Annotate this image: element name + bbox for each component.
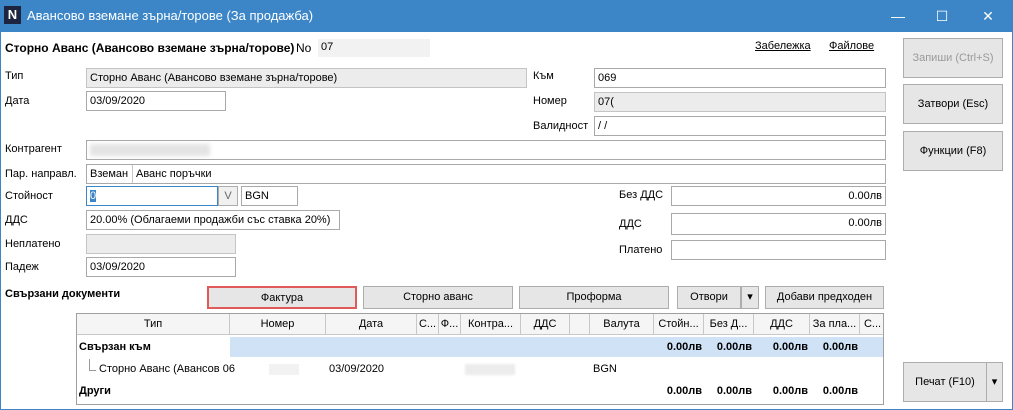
app-logo: N <box>4 6 21 24</box>
vat-field[interactable]: 20.00% (Облагаеми продажби със ставка 20… <box>86 210 340 230</box>
direction-code: Вземан <box>90 168 129 180</box>
maximize-button[interactable]: ☐ <box>919 0 965 32</box>
group-row-other[interactable]: Други 0.00лв 0.00лв 0.00лв 0.00лв <box>77 381 883 401</box>
vat2-label: ДДС <box>619 218 642 230</box>
group1-no-vat: 0.00лв <box>716 341 752 353</box>
print-dropdown-button[interactable]: ▾ <box>986 362 1003 402</box>
close-button[interactable]: Затвори (Esc) <box>903 84 1003 124</box>
no-vat-field: 0.00лв <box>671 186 886 206</box>
number-field: 07( <box>594 92 886 112</box>
type-label: Тип <box>5 70 24 82</box>
group-row-linked[interactable]: Свързан към 0.00лв 0.00лв 0.00лв 0.00лв <box>77 337 883 357</box>
currency-field[interactable]: BGN <box>241 186 298 206</box>
type-field: Сторно Аванс (Авансово вземане зърна/тор… <box>86 68 527 88</box>
to-field[interactable]: 069 <box>594 68 886 88</box>
col-currency[interactable]: Валута <box>590 314 654 335</box>
related-documents-grid: Тип Номер Дата С... Ф... Контра... ДДС В… <box>76 313 884 405</box>
number-label: Номер <box>533 95 567 107</box>
paid-field <box>671 240 886 260</box>
doc-no-label: No <box>296 41 312 55</box>
col-value[interactable]: Стойн... <box>654 314 704 335</box>
value-value: 0 <box>90 190 97 202</box>
tree-branch <box>89 370 96 371</box>
doc-no-field: 07 <box>318 39 430 57</box>
save-button[interactable]: Запиши (Ctrl+S) <box>903 38 1003 78</box>
unpaid-field <box>86 234 236 254</box>
value-dropdown-button[interactable]: V <box>218 186 238 206</box>
due-label: Падеж <box>5 261 39 273</box>
window-title: Авансово вземане зърна/торове (За продаж… <box>27 8 314 23</box>
print-button[interactable]: Печат (F10) <box>903 362 987 402</box>
number-value: 07( <box>598 96 614 108</box>
paid-label: Платено <box>619 244 663 256</box>
group-label: Други <box>79 385 111 397</box>
date-field[interactable]: 03/09/2020 <box>86 91 226 111</box>
value-label: Стойност <box>5 190 53 202</box>
storno-advance-button[interactable]: Сторно аванс <box>363 286 513 309</box>
minimize-button[interactable]: — <box>875 0 921 32</box>
group1-to-pay: 0.00лв <box>822 341 858 353</box>
row-date: 03/09/2020 <box>329 363 385 375</box>
functions-button[interactable]: Функции (F8) <box>903 131 1003 171</box>
validity-field[interactable]: / / <box>594 116 886 136</box>
row-number-blurred <box>269 364 299 375</box>
contractor-label: Контрагент <box>5 143 62 155</box>
group1-value: 0.00лв <box>666 341 702 353</box>
to-label: Към <box>533 70 554 82</box>
value-field[interactable]: 0 <box>86 186 218 206</box>
col-vat[interactable]: ДДС <box>521 314 570 335</box>
col-type[interactable]: Тип <box>77 314 230 335</box>
no-vat-label: Без ДДС <box>619 189 664 201</box>
col-empty[interactable] <box>570 314 590 335</box>
col-date[interactable]: Дата <box>326 314 417 335</box>
col-number[interactable]: Номер <box>230 314 326 335</box>
group2-no-vat: 0.00лв <box>716 385 752 397</box>
direction-divider <box>132 165 133 183</box>
group2-to-pay: 0.00лв <box>822 385 858 397</box>
direction-field[interactable]: Вземан Аванс поръчки <box>86 164 886 184</box>
row-type: Сторно Аванс (Авансов 06 <box>99 363 235 375</box>
title-bar: N Авансово вземане зърна/торове (За прод… <box>0 0 1013 32</box>
related-title: Свързани документи <box>5 288 121 300</box>
col-s[interactable]: С... <box>417 314 439 335</box>
note-link[interactable]: Забележка <box>755 40 811 52</box>
validity-label: Валидност <box>533 120 589 132</box>
vat2-field: 0.00лв <box>671 213 886 235</box>
grid-header: Тип Номер Дата С... Ф... Контра... ДДС В… <box>77 314 883 335</box>
direction-value: Аванс поръчки <box>136 168 212 180</box>
group2-value: 0.00лв <box>666 385 702 397</box>
due-field[interactable]: 03/09/2020 <box>86 257 236 277</box>
proforma-button[interactable]: Проформа <box>519 286 669 309</box>
col-f[interactable]: Ф... <box>439 314 461 335</box>
col-contractor[interactable]: Контра... <box>461 314 521 335</box>
open-dropdown-button[interactable]: ▾ <box>741 286 759 309</box>
col-vat2[interactable]: ДДС <box>754 314 810 335</box>
group-label: Свързан към <box>79 341 151 353</box>
row-currency: BGN <box>593 363 617 375</box>
direction-label: Пар. направл. <box>5 168 77 180</box>
add-previous-button[interactable]: Добави предходен <box>765 286 884 309</box>
table-row[interactable]: Сторно Аванс (Авансов 06 03/09/2020 BGN <box>77 359 883 379</box>
unpaid-label: Неплатено <box>5 238 61 250</box>
col-to-pay[interactable]: За пла... <box>810 314 860 335</box>
close-window-button[interactable]: ✕ <box>965 0 1011 32</box>
open-button[interactable]: Отвори <box>677 286 741 309</box>
group1-vat: 0.00лв <box>772 341 808 353</box>
doc-title: Сторно Аванс (Авансово вземане зърна/тор… <box>5 41 295 55</box>
invoice-button[interactable]: Фактура <box>207 286 357 309</box>
contractor-value <box>90 144 210 156</box>
vat-label: ДДС <box>5 214 28 226</box>
files-link[interactable]: Файлове <box>829 40 874 52</box>
contractor-field[interactable] <box>86 140 886 160</box>
group2-vat: 0.00лв <box>772 385 808 397</box>
row-contractor-blurred <box>465 364 515 375</box>
doc-no-value: 07 <box>321 41 334 53</box>
col-no-vat[interactable]: Без Д... <box>704 314 754 335</box>
col-s2[interactable]: С... <box>860 314 883 335</box>
date-label: Дата <box>5 95 30 107</box>
